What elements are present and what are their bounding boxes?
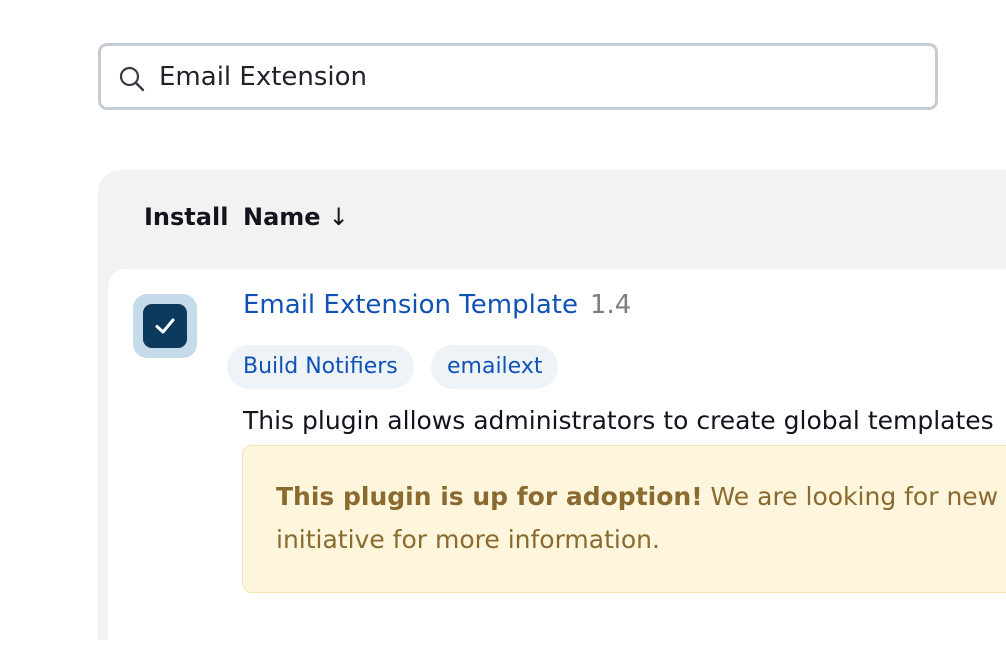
adoption-notice-text-1: We are looking for new: [702, 482, 999, 511]
plugin-title: Email Extension Template 1.4: [243, 290, 631, 320]
sort-descending-icon: ↓: [328, 203, 349, 231]
plugin-description: This plugin allows administrators to cre…: [243, 406, 994, 435]
adoption-notice: This plugin is up for adoption! We are l…: [242, 445, 1006, 593]
tag-emailext[interactable]: emailext: [431, 345, 559, 389]
column-header-install: Install: [144, 203, 229, 231]
install-checkbox[interactable]: [143, 304, 187, 348]
plugin-name-link[interactable]: Email Extension Template: [243, 290, 578, 320]
search-input[interactable]: [159, 46, 919, 107]
adoption-notice-line-2: initiative for more information.: [276, 525, 660, 554]
column-header-name[interactable]: Name ↓: [243, 203, 349, 231]
column-header-name-label: Name: [243, 203, 321, 231]
checkmark-icon: [155, 318, 175, 334]
plugin-version: 1.4: [589, 290, 632, 320]
adoption-notice-heading: This plugin is up for adoption!: [276, 482, 703, 511]
search-box[interactable]: [98, 43, 938, 110]
tag-build-notifiers[interactable]: Build Notifiers: [227, 345, 414, 389]
install-checkbox-focus-ring: [133, 294, 197, 358]
search-icon: [118, 65, 146, 93]
adoption-notice-line-1: This plugin is up for adoption! We are l…: [276, 482, 998, 511]
